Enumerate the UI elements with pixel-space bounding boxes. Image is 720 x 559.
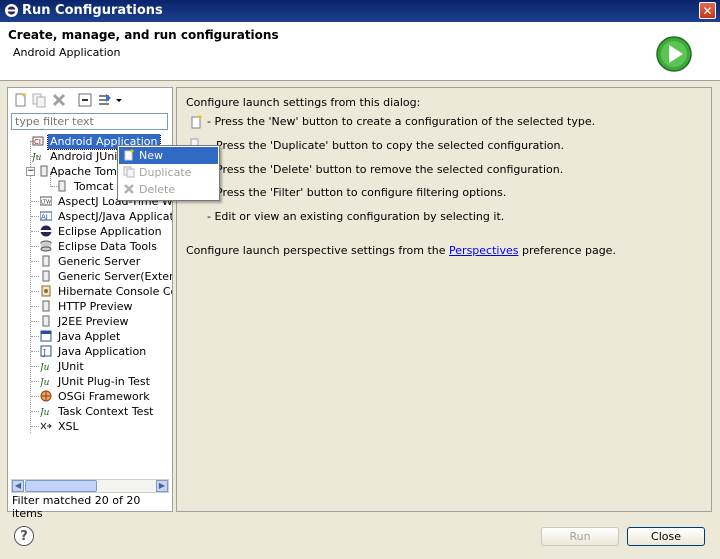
tree-item-label: Java Applet (58, 330, 121, 343)
help-line-filter: Press the 'Filter' button to configure f… (216, 186, 507, 199)
run-configurations-dialog: Run Configurations ✕ Create, manage, and… (0, 0, 720, 559)
tree-line (30, 141, 31, 433)
delete-icon[interactable] (51, 92, 67, 108)
hibernate-icon (41, 285, 51, 297)
svg-text:Ju: Ju (32, 153, 42, 162)
duplicate-icon (123, 166, 135, 178)
server-icon (58, 180, 66, 192)
svg-text:J: J (42, 348, 46, 357)
tree-item-label: OSGi Framework (58, 390, 150, 403)
title-bar: Run Configurations ✕ (0, 0, 720, 22)
window-close-button[interactable]: ✕ (699, 2, 716, 19)
tree-horizontal-scrollbar[interactable]: ◀ ▶ (11, 479, 169, 493)
tree-item-label: Hibernate Console Conf (58, 285, 172, 298)
menu-item-label: Delete (139, 183, 176, 196)
new-icon[interactable] (13, 92, 29, 108)
help-line-edit: - Edit or view an existing configuration… (207, 210, 505, 223)
perspective-suffix: preference page. (521, 244, 616, 257)
tree-item-label: Task Context Test (58, 405, 154, 418)
new-icon (124, 149, 134, 161)
help-line-duplicate: Press the 'Duplicate' button to copy the… (216, 139, 564, 152)
aspectj-icon: AJ (40, 211, 52, 221)
tree-item-label: Generic Server(External (58, 270, 172, 283)
collapse-icon[interactable] (77, 92, 93, 108)
tree-item-label: JUnit (58, 360, 84, 373)
eclipse-icon (40, 225, 52, 237)
tree-item-label: Java Application (58, 345, 147, 358)
help-line-delete: Press the 'Delete' button to remove the … (216, 163, 564, 176)
tree-item-label: AspectJ/Java Applicati (58, 210, 172, 223)
perspective-prefix: Configure launch perspective settings fr… (186, 244, 446, 257)
collapse-expander[interactable]: − (26, 167, 35, 176)
tree-item-label: J2EE Preview (58, 315, 129, 328)
osgi-icon (40, 390, 52, 402)
run-button[interactable]: Run (541, 527, 619, 546)
chevron-down-icon[interactable] (115, 92, 123, 108)
menu-item-new[interactable]: New (119, 147, 218, 164)
server-icon (42, 315, 50, 327)
java-app-icon: J (40, 345, 52, 357)
tree-item-label: Android JUnit (50, 150, 122, 163)
intro-text: Configure launch settings from this dial… (186, 96, 421, 109)
perspective-text: Configure launch perspective settings fr… (186, 244, 616, 257)
junit-icon: Ju (40, 408, 50, 417)
svg-text:CI: CI (34, 138, 41, 146)
tree-item-label: Eclipse Application (58, 225, 162, 238)
scroll-right-icon[interactable]: ▶ (156, 480, 168, 492)
svg-text:LTW: LTW (41, 200, 51, 206)
duplicate-icon[interactable] (31, 92, 47, 108)
java-applet-icon (40, 330, 52, 342)
svg-text:Ju: Ju (40, 408, 50, 417)
tree-item-label: Apache Tomc (50, 165, 123, 178)
header-subtitle: Android Application (13, 46, 121, 59)
server-icon (42, 270, 50, 282)
help-button[interactable]: ? (14, 526, 34, 546)
menu-item-duplicate[interactable]: Duplicate (119, 164, 218, 181)
filter-icon[interactable] (97, 92, 113, 108)
new-icon (191, 115, 202, 129)
menu-item-label: Duplicate (139, 166, 192, 179)
description-panel: Configure launch settings from this dial… (176, 87, 712, 512)
aspectj-ltw-icon: LTW (40, 196, 52, 206)
scrollbar-thumb[interactable] (25, 480, 97, 492)
junit-plugin-icon: Ju (40, 378, 50, 387)
tree-item-label: JUnit Plug-in Test (58, 375, 150, 388)
server-icon (42, 300, 50, 312)
svg-text:Ju: Ju (40, 378, 50, 387)
junit-icon: Ju (40, 363, 50, 372)
scroll-left-icon[interactable]: ◀ (12, 480, 24, 492)
delete-icon (124, 184, 134, 194)
filter-input[interactable] (11, 113, 168, 130)
window-title: Run Configurations (22, 3, 163, 18)
perspectives-link[interactable]: Perspectives (449, 244, 518, 257)
android-icon: CI (32, 136, 44, 146)
server-icon (42, 255, 50, 267)
svg-text:Ju: Ju (40, 363, 50, 372)
xsl-icon (40, 422, 52, 430)
close-button[interactable]: Close (627, 527, 705, 546)
button-bar: ? Run Close (0, 516, 720, 559)
context-menu: New Duplicate Delete (117, 145, 220, 201)
svg-text:AJ: AJ (41, 213, 48, 221)
database-icon (40, 240, 52, 252)
help-line-new: - Press the 'New' button to create a con… (207, 115, 596, 128)
tree-item-label: Generic Server (58, 255, 141, 268)
junit-icon: Ju (32, 153, 42, 162)
tree-item-label: XSL (58, 420, 79, 433)
tree-item-label: HTTP Preview (58, 300, 133, 313)
tree-item-label: Eclipse Data Tools (58, 240, 157, 253)
header-title: Create, manage, and run configurations (8, 28, 279, 42)
dialog-header: Create, manage, and run configurations A… (0, 22, 720, 81)
eclipse-icon (5, 4, 18, 17)
menu-item-delete[interactable]: Delete (119, 181, 218, 198)
menu-item-label: New (139, 149, 163, 162)
run-large-icon (656, 36, 692, 72)
